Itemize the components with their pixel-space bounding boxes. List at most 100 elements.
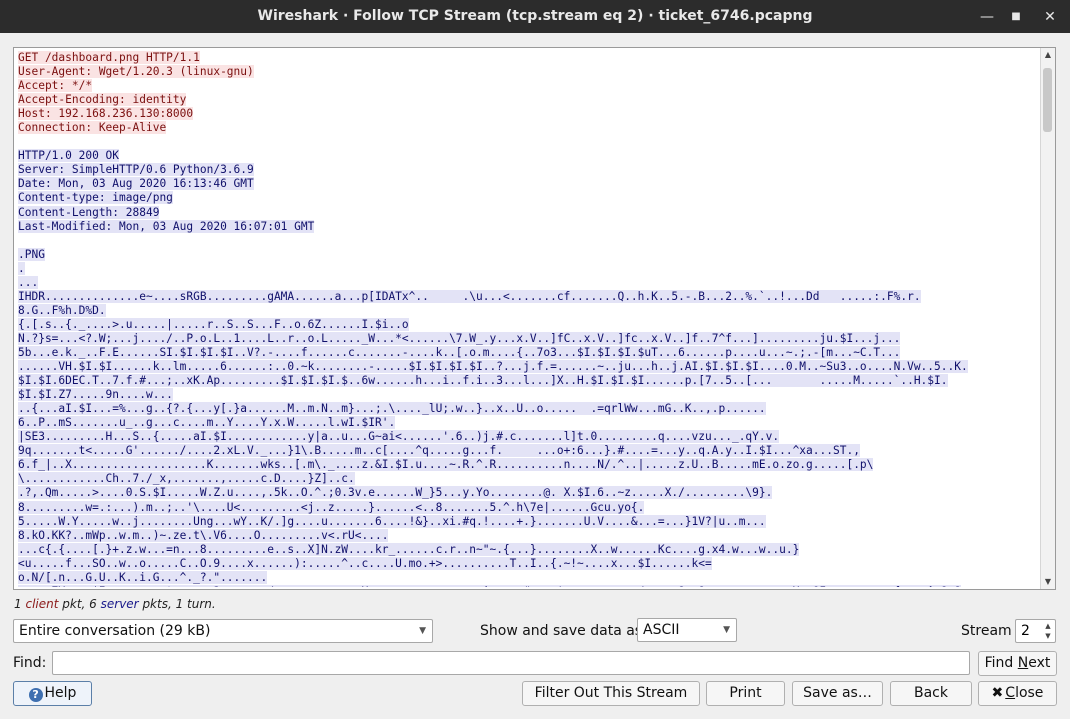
server-data-line: 5.....W.Y.....w..j........Ung...wY..K/.]… — [18, 514, 1040, 529]
client-line: Host: 192.168.236.130:8000 — [18, 107, 1040, 121]
close-button[interactable]: ✖ Close — [978, 681, 1057, 706]
help-button[interactable]: ? Help — [13, 681, 92, 706]
server-data-line: <u.....f...SO..w..o.....C..O.9....x.....… — [18, 556, 1040, 571]
format-value: ASCII — [643, 622, 680, 638]
help-icon: ? — [28, 688, 43, 702]
server-data-line-text: IHDR..............e~....sRGB.........gAM… — [18, 289, 921, 303]
filter-out-stream-button[interactable]: Filter Out This Stream — [522, 681, 700, 706]
scroll-up-icon[interactable]: ▲ — [1041, 48, 1055, 62]
client-suffix: pkt, — [58, 597, 90, 611]
server-line-text: Content-type: image/png — [18, 191, 173, 205]
client-label: client — [25, 597, 59, 611]
server-line-text: Date: Mon, 03 Aug 2020 16:13:46 GMT — [18, 177, 254, 191]
stream-number-value: 2 — [1021, 623, 1030, 639]
vertical-scrollbar[interactable]: ▲ ▼ — [1040, 48, 1055, 589]
stream-label: Stream — [961, 623, 1012, 639]
server-data-line: ......VH.$I.$I......k..lm.....6......:..… — [18, 360, 1040, 374]
client-line-text: User-Agent: Wget/1.20.3 (linux-gnu) — [18, 65, 254, 79]
server-data-line: .....7V....$I...z.....t......2......>/.v… — [18, 584, 1040, 587]
save-as-label: Save as… — [803, 685, 872, 701]
client-line: User-Agent: Wget/1.20.3 (linux-gnu) — [18, 65, 1040, 79]
server-data-line-text: ... — [18, 275, 39, 289]
server-data-line-text: .....7V....$I...z.....t......2......>/.v… — [18, 584, 961, 587]
client-line: Accept-Encoding: identity — [18, 93, 1040, 107]
server-line: Server: SimpleHTTP/0.6 Python/3.6.9 — [18, 163, 1040, 177]
server-packet-count: 6 — [89, 597, 97, 611]
server-line-text: Content-Length: 28849 — [18, 205, 160, 219]
stream-text[interactable]: GET /dashboard.png HTTP/1.1 User-Agent: W… — [18, 51, 1040, 587]
print-button[interactable]: Print — [706, 681, 785, 706]
server-data-line: {.[.s..{._....>.u.....|.....r..S..S...F.… — [18, 317, 1040, 332]
server-data-line: N.?}s=...<?.W;...j..../..P.o.L..1....L..… — [18, 331, 1040, 346]
server-data-line: 6..P..mS.......u_..g...c....m..Y....Y.x.… — [18, 416, 1040, 430]
server-line-text: Last-Modified: Mon, 03 Aug 2020 16:07:01… — [18, 219, 315, 233]
server-data-line-text: N.?}s=...<?.W;...j..../..P.o.L..1....L..… — [18, 331, 901, 345]
server-data-line: . — [18, 261, 1040, 276]
maximize-icon[interactable]: ■ — [1006, 7, 1026, 27]
server-line: HTTP/1.0 200 OK — [18, 149, 1040, 163]
server-data-line: 8.........w=.:...).m..;..'\....U<.......… — [18, 500, 1040, 515]
stepper-up-icon[interactable]: ▲ — [1043, 621, 1053, 631]
server-data-line: ..{...aI.$I...=%...g..{?.{...y[.}a......… — [18, 402, 1040, 416]
back-button[interactable]: Back — [890, 681, 972, 706]
server-data-line-text: $I.$I.6DEC.T..7.f.#...;..xK.Ap.........$… — [18, 374, 948, 388]
client-packet-count: 1 — [14, 597, 22, 611]
packet-summary: 1 client pkt, 6 server pkts, 1 turn. — [14, 597, 216, 611]
server-data-line-text: o.N/[.n...G.U..K..i.G...^._?."....... — [18, 570, 268, 584]
server-data-line: $I.$I.6DEC.T..7.f.#...;..xK.Ap.........$… — [18, 374, 1040, 388]
conversation-select[interactable]: Entire conversation (29 kB) ▼ — [13, 619, 433, 643]
server-data-line-text: . — [18, 261, 25, 275]
window-title: Wireshark · Follow TCP Stream (tcp.strea… — [257, 8, 813, 24]
server-data-line: ...c{.{....[.}+.z.w...=n...8.........e..… — [18, 542, 1040, 557]
server-data-line: IHDR..............e~....sRGB.........gAM… — [18, 289, 1040, 304]
client-line-text: Accept: */* — [18, 79, 93, 93]
server-data-line-text: <u.....f...SO..w..o.....C..O.9....x.....… — [18, 556, 712, 570]
client-line: Accept: */* — [18, 79, 1040, 93]
stream-content-area[interactable]: GET /dashboard.png HTTP/1.1 User-Agent: W… — [13, 47, 1056, 590]
stepper-down-icon[interactable]: ▼ — [1043, 631, 1053, 641]
server-data-line-text: \............Ch..7./_x,.......,.....c.D.… — [18, 472, 355, 486]
find-label: Find: — [13, 655, 47, 671]
close-window-icon[interactable]: ✕ — [1040, 7, 1060, 27]
server-data-line: $I.$I.Z7.....9n....w... — [18, 388, 1040, 402]
server-data-line: 8.kO.KK?..mWp..w.m..)~.ze.t\.V6....O....… — [18, 528, 1040, 543]
client-line: GET /dashboard.png HTTP/1.1 — [18, 51, 1040, 65]
back-label: Back — [914, 685, 948, 701]
server-data-line-text: 8.G..F%h.D%D. — [18, 303, 106, 317]
server-label: server — [100, 597, 139, 611]
format-select[interactable]: ASCII ▼ — [637, 618, 737, 642]
server-data-line: ... — [18, 275, 1040, 290]
server-data-line-text: ...c{.{....[.}+.z.w...=n...8.........e..… — [18, 542, 800, 556]
show-save-label: Show and save data as — [480, 623, 643, 639]
server-line-text: HTTP/1.0 200 OK — [18, 149, 120, 163]
server-line: Date: Mon, 03 Aug 2020 16:13:46 GMT — [18, 177, 1040, 191]
server-data-line: o.N/[.n...G.U..K..i.G...^._?."....... — [18, 570, 1040, 585]
chevron-down-icon: ▼ — [723, 625, 730, 635]
server-data-line: 8.G..F%h.D%D. — [18, 303, 1040, 318]
server-data-line-text: 9q.......t<.....G'....../....2.xL.V._...… — [18, 444, 860, 458]
close-label: Close — [1005, 685, 1044, 701]
server-data-line-text: 5.....W.Y.....w..j........Ung...wY..K/.]… — [18, 514, 766, 528]
server-suffix: pkts, 1 turn. — [138, 597, 216, 611]
server-line: Content-type: image/png — [18, 191, 1040, 205]
find-next-label: Find Next — [984, 655, 1051, 671]
server-data-line: 6.f_|..X....................K.......wks.… — [18, 458, 1040, 472]
find-next-button[interactable]: Find Next — [978, 651, 1057, 676]
stream-number-stepper[interactable]: 2 ▲ ▼ — [1015, 619, 1056, 643]
server-data-line: 5b...e.k._..F.E......SI.$I.$I.$I..V?.-..… — [18, 345, 1040, 360]
scroll-down-icon[interactable]: ▼ — [1041, 575, 1055, 589]
minimize-icon[interactable]: — — [977, 7, 997, 27]
find-input[interactable] — [52, 651, 970, 675]
scrollbar-thumb[interactable] — [1043, 68, 1052, 132]
server-data-line-text: |SE3.........H...S..{.....aI.$I.........… — [18, 430, 780, 444]
server-line: Content-Length: 28849 — [18, 205, 1040, 220]
server-data-line-text: ..{...aI.$I...=%...g..{?.{...y[.}a......… — [18, 402, 766, 416]
server-data-line-text: 6.f_|..X....................K.......wks.… — [18, 458, 874, 472]
server-line: Last-Modified: Mon, 03 Aug 2020 16:07:01… — [18, 219, 1040, 234]
server-data-line: .?,.Qm.....>....0.S.$I.....W.Z.u....,.5k… — [18, 486, 1040, 500]
server-line-text: Server: SimpleHTTP/0.6 Python/3.6.9 — [18, 163, 254, 177]
save-as-button[interactable]: Save as… — [792, 681, 883, 706]
client-line: Connection: Keep-Alive — [18, 121, 1040, 135]
